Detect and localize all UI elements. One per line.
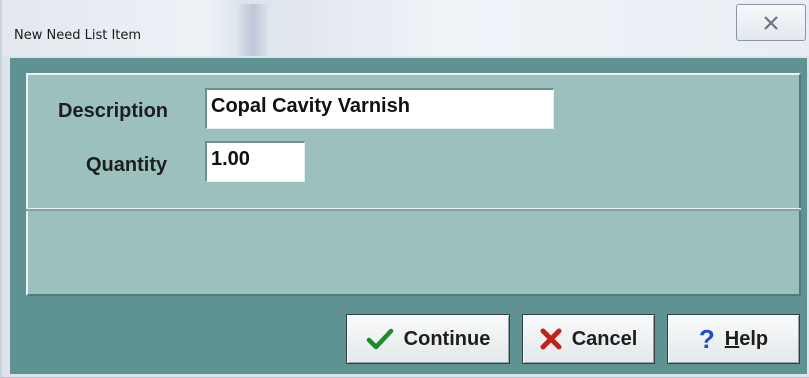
quantity-label: Quantity (86, 154, 168, 176)
checkmark-icon (366, 327, 394, 351)
cancel-button[interactable]: Cancel (522, 314, 655, 364)
description-input[interactable]: Copal Cavity Varnish (205, 88, 554, 129)
help-button[interactable]: ? Help (667, 314, 800, 364)
close-icon (763, 15, 779, 30)
continue-label: Continue (403, 327, 491, 350)
cancel-label: Cancel (571, 327, 638, 350)
help-label-rest: elp (739, 327, 769, 350)
x-icon (540, 328, 562, 350)
continue-button[interactable]: Continue (346, 314, 510, 364)
panel-divider (26, 208, 801, 211)
close-button[interactable] (736, 4, 806, 41)
description-label: Description (58, 100, 169, 122)
question-mark-icon: ? (698, 324, 715, 354)
title-bar[interactable]: New Need List Item (2, 0, 809, 56)
help-label: Help (725, 328, 768, 351)
title-bar-sheen (237, 4, 269, 56)
dialog-window: New Need List Item Description Copal Cav… (0, 0, 809, 378)
quantity-input[interactable]: 1.00 (205, 141, 305, 182)
window-title: New Need List Item (14, 28, 142, 43)
help-mnemonic: H (724, 327, 740, 350)
